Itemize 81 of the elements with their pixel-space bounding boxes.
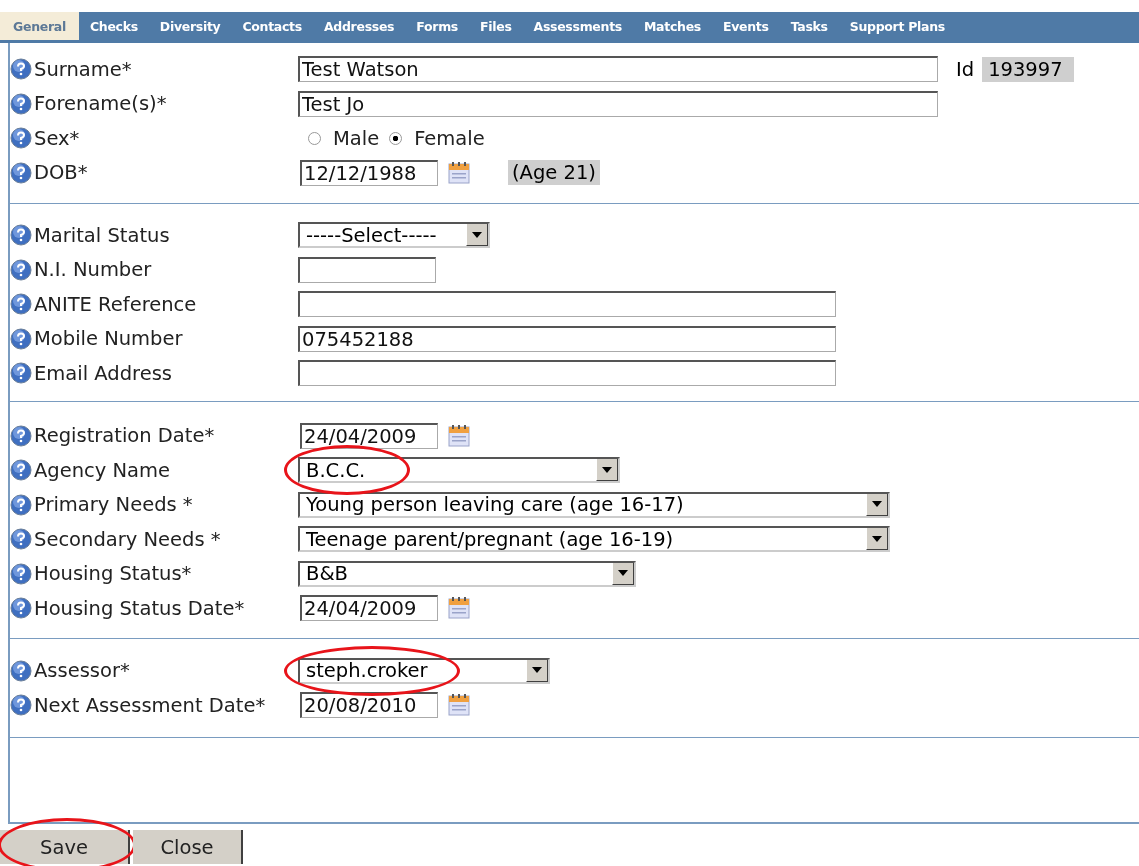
help-icon	[10, 459, 32, 482]
field-label: N.I. Number	[34, 258, 152, 282]
text-field[interactable]: Test Jo	[298, 90, 938, 117]
help-icon	[10, 694, 32, 717]
tab[interactable]: Diversity	[148, 12, 232, 40]
field-label: Next Assessment Date*	[34, 693, 266, 717]
field-label: Email Address	[34, 361, 172, 385]
dropdown-arrow-icon	[618, 570, 628, 577]
tab[interactable]: General	[0, 12, 79, 40]
calendar-icon	[448, 693, 470, 718]
date-field[interactable]: 24/04/2009	[300, 595, 438, 622]
text-field[interactable]	[298, 256, 436, 283]
text-field[interactable]	[298, 291, 836, 318]
calendar-icon	[448, 423, 470, 448]
field-label: Housing Status Date*	[34, 596, 245, 620]
age-badge: (Age 21)	[508, 160, 600, 186]
tab[interactable]: Matches	[632, 12, 712, 40]
tab[interactable]: Events	[711, 12, 780, 40]
field-label: Forename(s)*	[34, 92, 167, 116]
tab[interactable]: Forms	[405, 12, 469, 40]
dropdown[interactable]: -----Select-----	[298, 222, 490, 249]
tab[interactable]: Tasks	[779, 12, 839, 40]
tab[interactable]: Assessments	[522, 12, 633, 40]
field-label: Mobile Number	[34, 327, 183, 351]
help-icon	[10, 293, 32, 316]
help-icon	[10, 597, 32, 620]
dropdown-arrow-icon	[872, 501, 882, 508]
field-label: Marital Status	[34, 223, 170, 247]
help-icon	[10, 327, 32, 350]
help-icon	[10, 659, 32, 682]
dropdown[interactable]: Teenage parent/pregnant (age 16-19)	[298, 526, 890, 553]
text-field[interactable]	[298, 360, 836, 387]
id-value: 193997	[982, 56, 1075, 82]
field-label: Agency Name	[34, 458, 171, 482]
date-field[interactable]: 24/04/2009	[300, 422, 438, 449]
text-field[interactable]: 075452188	[298, 325, 836, 352]
help-icon	[10, 258, 32, 281]
dropdown-arrow-icon	[532, 667, 542, 674]
calendar-icon	[448, 596, 470, 621]
text-field[interactable]: Test Watson	[298, 56, 938, 83]
help-icon	[10, 161, 32, 184]
help-icon	[10, 493, 32, 516]
field-label: Surname*	[34, 57, 132, 81]
help-icon	[10, 362, 32, 385]
tab[interactable]: Support Plans	[838, 12, 956, 40]
dropdown[interactable]: B.C.C.	[298, 457, 620, 484]
tab[interactable]: Files	[469, 12, 523, 40]
field-label: Assessor*	[34, 659, 130, 683]
field-label: ANITE Reference	[34, 292, 197, 316]
help-icon	[10, 528, 32, 551]
help-icon	[10, 424, 32, 447]
help-icon	[10, 92, 32, 115]
date-field[interactable]: 20/08/2010	[300, 692, 438, 719]
id-label: Id	[956, 57, 975, 81]
date-field[interactable]: 12/12/1988	[300, 159, 438, 186]
radio-button[interactable]	[389, 131, 403, 145]
tab[interactable]: Checks	[78, 12, 149, 40]
help-icon	[10, 58, 32, 81]
tab[interactable]: Contacts	[231, 12, 313, 40]
field-label: Housing Status*	[34, 562, 192, 586]
tab[interactable]: Addresses	[312, 12, 406, 40]
radio-label: Female	[414, 126, 485, 150]
radio-button[interactable]	[308, 131, 321, 145]
help-icon	[10, 127, 32, 150]
field-label: Primary Needs *	[34, 493, 193, 517]
field-label: Sex*	[34, 126, 80, 150]
dropdown-arrow-icon	[472, 231, 482, 238]
dropdown-arrow-icon	[872, 535, 882, 542]
radio-label: Male	[333, 126, 380, 150]
field-label: DOB*	[34, 161, 88, 185]
button[interactable]: Close	[133, 830, 243, 864]
dropdown[interactable]: B&B	[298, 560, 636, 587]
calendar-icon	[448, 160, 470, 185]
help-icon	[10, 224, 32, 247]
button[interactable]: Save	[0, 830, 130, 864]
field-label: Secondary Needs *	[34, 527, 221, 551]
help-icon	[10, 562, 32, 585]
field-label: Registration Date*	[34, 424, 215, 448]
dropdown[interactable]: Young person leaving care (age 16-17)	[298, 491, 890, 518]
dropdown[interactable]: steph.croker	[298, 657, 550, 684]
dropdown-arrow-icon	[602, 466, 612, 473]
